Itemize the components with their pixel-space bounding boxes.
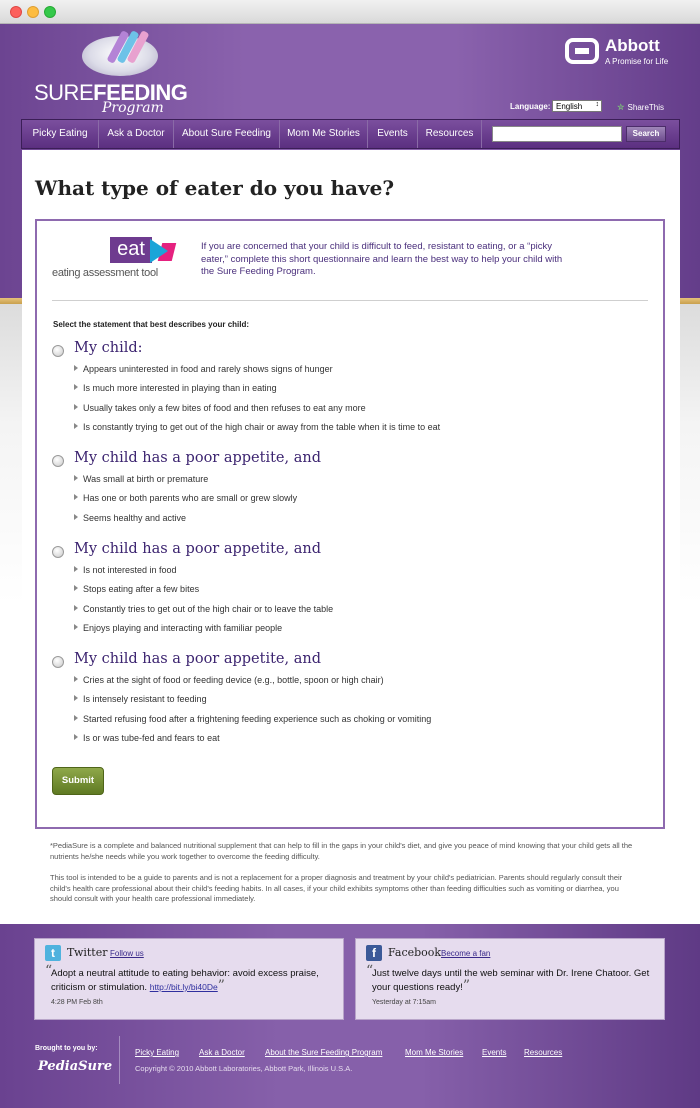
option-2-radio[interactable]: [52, 455, 64, 467]
option-heading: My child has a poor appetite, and: [74, 541, 321, 557]
list-item: Is or was tube-fed and fears to eat: [74, 733, 431, 752]
search-input[interactable]: [492, 126, 622, 142]
option-list: Was small at birth or premature Has one …: [74, 474, 297, 532]
minimize-window-button[interactable]: [27, 6, 39, 18]
eat-logo-word: eat: [110, 237, 152, 263]
facebook-icon: f: [366, 945, 382, 961]
list-item: Is constantly trying to get out of the h…: [74, 422, 440, 441]
footer-link-picky-eating[interactable]: Picky Eating: [135, 1048, 179, 1057]
search-button[interactable]: Search: [626, 126, 666, 142]
footer-link-mom-me-stories[interactable]: Mom Me Stories: [405, 1048, 463, 1057]
facebook-timestamp: Yesterday at 7:15am: [372, 999, 436, 1006]
twitter-icon: t: [45, 945, 61, 961]
nav-about-sure-feeding[interactable]: About Sure Feeding: [174, 120, 280, 148]
share-this-link[interactable]: ✮ ShareThis: [617, 102, 664, 113]
close-quote-icon: ”: [462, 978, 471, 994]
twitter-url-link[interactable]: http://bit.ly/bi40De: [150, 982, 218, 992]
footer-link-events[interactable]: Events: [482, 1048, 506, 1057]
nav-mom-me-stories[interactable]: Mom Me Stories: [280, 120, 368, 148]
footer-link-ask-a-doctor[interactable]: Ask a Doctor: [199, 1048, 245, 1057]
close-quote-icon: ”: [217, 978, 225, 994]
page-title: What type of eater do you have?: [35, 176, 395, 200]
option-heading: My child:: [74, 340, 143, 356]
list-item: Cries at the sight of food or feeding de…: [74, 675, 431, 694]
twitter-timestamp: 4:28 PM Feb 8th: [51, 999, 103, 1006]
instruction-text: Select the statement that best describes…: [53, 320, 250, 329]
footer-link-about-program[interactable]: About the Sure Feeding Program: [265, 1048, 382, 1057]
option-heading: My child has a poor appetite, and: [74, 450, 321, 466]
divider: [52, 300, 648, 301]
select-arrows-icon: ↕: [595, 101, 600, 108]
zoom-window-button[interactable]: [44, 6, 56, 18]
language-select[interactable]: English ↕: [552, 100, 602, 112]
footnote-pediasure: *PediaSure is a complete and balanced nu…: [50, 841, 633, 861]
window-titlebar: [0, 0, 700, 24]
list-item: Is much more interested in playing than …: [74, 383, 440, 402]
footer-link-resources[interactable]: Resources: [524, 1048, 562, 1057]
option-list: Cries at the sight of food or feeding de…: [74, 675, 431, 752]
option-list: Is not interested in food Stops eating a…: [74, 565, 333, 642]
abbott-mark-icon: [565, 38, 599, 64]
facebook-fan-link[interactable]: Become a fan: [441, 949, 490, 958]
nav-ask-a-doctor[interactable]: Ask a Doctor: [99, 120, 174, 148]
copyright-text: Copyright © 2010 Abbott Laboratories, Ab…: [135, 1064, 353, 1073]
list-item: Enjoys playing and interacting with fami…: [74, 623, 333, 642]
abbott-tagline: A Promise for Life: [605, 57, 669, 66]
close-window-button[interactable]: [10, 6, 22, 18]
list-item: Was small at birth or premature: [74, 474, 297, 493]
option-heading: My child has a poor appetite, and: [74, 651, 321, 667]
main-nav: Picky Eating Ask a Doctor About Sure Fee…: [21, 119, 680, 149]
list-item: Appears uninterested in food and rarely …: [74, 364, 440, 383]
option-3-radio[interactable]: [52, 546, 64, 558]
footer-separator: [119, 1036, 120, 1084]
list-item: Started refusing food after a frightenin…: [74, 714, 431, 733]
abbott-logo[interactable]: Abbott A Promise for Life: [565, 36, 675, 70]
list-item: Constantly tries to get out of the high …: [74, 604, 333, 623]
facebook-box: f Facebook Become a fan “ Just twelve da…: [355, 938, 665, 1020]
option-4-radio[interactable]: [52, 656, 64, 668]
intro-text: If you are concerned that your child is …: [201, 241, 563, 277]
eat-logo-caption: eating assessment tool: [52, 267, 158, 279]
list-item: Seems healthy and active: [74, 513, 297, 532]
twitter-title: Twitter: [67, 946, 108, 959]
list-item: Stops eating after a few bites: [74, 584, 333, 603]
abbott-name: Abbott: [605, 36, 660, 55]
brought-to-you-label: Brought to you by:: [35, 1045, 98, 1052]
facebook-quote-text: Just twelve days until the web seminar w…: [372, 968, 650, 993]
twitter-quote: “ Adopt a neutral attitude to eating beh…: [45, 963, 335, 994]
open-quote-icon: “: [45, 963, 53, 979]
footnote-disclaimer: This tool is intended to be a guide to p…: [50, 873, 623, 903]
eat-tool-logo: eat eating assessment tool: [52, 237, 182, 285]
option-list: Appears uninterested in food and rarely …: [74, 364, 440, 441]
twitter-box: t Twitter Follow us “ Adopt a neutral at…: [34, 938, 344, 1020]
logo-subtitle: Program: [102, 100, 164, 116]
language-value: English: [556, 102, 583, 111]
share-label: ShareThis: [627, 103, 665, 112]
option-1-radio[interactable]: [52, 345, 64, 357]
list-item: Is not interested in food: [74, 565, 333, 584]
open-quote-icon: “: [366, 963, 374, 979]
facebook-title: Facebook: [388, 946, 442, 959]
eat-logo-shape-blue: [150, 239, 168, 263]
share-icon: ✮: [617, 102, 625, 112]
submit-button[interactable]: Submit: [52, 767, 104, 795]
list-item: Usually takes only a few bites of food a…: [74, 403, 440, 422]
pediasure-logo[interactable]: PediaSure: [38, 1059, 112, 1074]
language-label: Language:: [510, 102, 551, 111]
list-item: Has one or both parents who are small or…: [74, 493, 297, 512]
twitter-follow-link[interactable]: Follow us: [110, 949, 144, 958]
facebook-quote: “ Just twelve days until the web seminar…: [366, 963, 656, 994]
nav-picky-eating[interactable]: Picky Eating: [22, 120, 99, 148]
nav-events[interactable]: Events: [368, 120, 418, 148]
nav-resources[interactable]: Resources: [418, 120, 482, 148]
eating-assessment-form: eat eating assessment tool If you are co…: [35, 219, 665, 829]
list-item: Is intensely resistant to feeding: [74, 694, 431, 713]
sure-feeding-logo[interactable]: SUREFEEDING Program: [34, 30, 188, 116]
